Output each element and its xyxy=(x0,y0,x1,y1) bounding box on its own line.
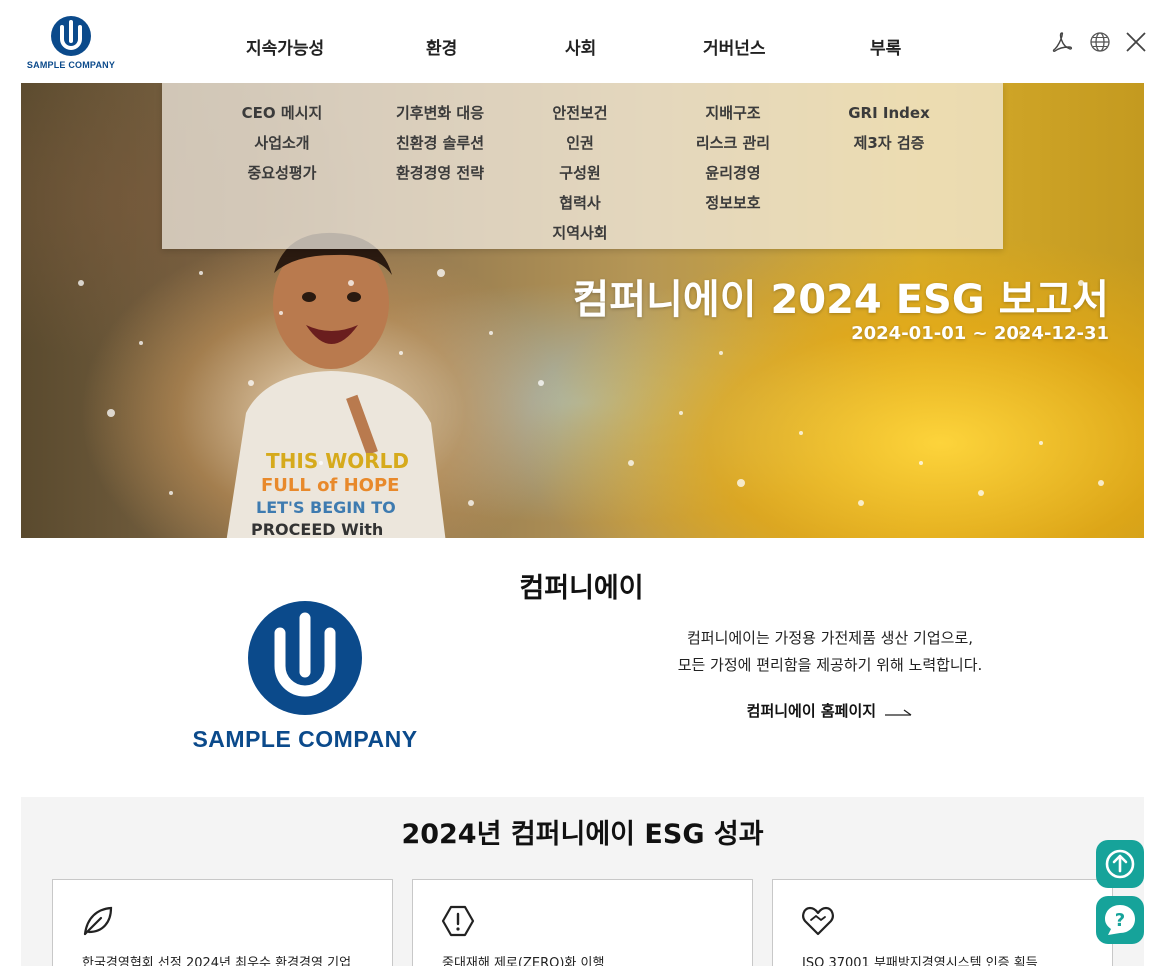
svg-text:?: ? xyxy=(1115,910,1125,931)
menu-item-partners[interactable]: 협력사 xyxy=(539,191,621,221)
mega-col-appendix: GRI Index 제3자 검증 xyxy=(839,101,939,161)
hero-child-image: THIS WORLD FULL of HOPE LET'S BEGIN TO P… xyxy=(226,232,446,538)
homepage-link[interactable]: 컴퍼니에이 홈페이지 xyxy=(620,700,1040,721)
arrow-right-icon xyxy=(885,708,912,716)
menu-item-human-rights[interactable]: 인권 xyxy=(539,131,621,161)
mega-col-sustainability: CEO 메시지 사업소개 중요성평가 xyxy=(232,101,332,191)
big-logo-mark-icon xyxy=(248,601,362,715)
company-big-logo: SAMPLE COMPANY xyxy=(172,600,438,760)
logo-mark-icon xyxy=(51,16,91,56)
mega-menu-panel: CEO 메시지 사업소개 중요성평가 기후변화 대응 친환경 솔루션 환경경영 … xyxy=(162,83,1003,249)
shirt-text-line4: PROCEED With xyxy=(251,520,383,538)
nav-item-environment[interactable]: 환경 xyxy=(426,34,457,59)
menu-item-climate-change[interactable]: 기후변화 대응 xyxy=(380,101,500,131)
esg-performance-section: 2024년 컴퍼니에이 ESG 성과 한국경영협회 선정 2024년 최우수 환… xyxy=(21,797,1144,966)
big-logo-text: SAMPLE COMPANY xyxy=(192,726,418,752)
menu-item-info-security[interactable]: 정보보호 xyxy=(683,191,783,221)
close-icon[interactable] xyxy=(1124,30,1148,54)
menu-item-business-intro[interactable]: 사업소개 xyxy=(232,131,332,161)
globe-icon[interactable] xyxy=(1088,30,1112,54)
esg-card-text: 중대재해 제로(ZERO)화 이행 xyxy=(442,956,605,966)
hero-title: 컴퍼니에이 2024 ESG 보고서 xyxy=(572,277,1109,323)
esg-card-text: ISO 37001 부패방지경영시스템 인증 획득 xyxy=(802,956,1038,966)
menu-item-risk-management[interactable]: 리스크 관리 xyxy=(683,131,783,161)
leaf-icon xyxy=(83,906,113,936)
pdf-icon[interactable] xyxy=(1050,30,1074,54)
logo-text: SAMPLE COMPANY xyxy=(26,60,116,70)
esg-section-title: 2024년 컴퍼니에이 ESG 성과 xyxy=(401,819,764,850)
hero-date-range: 2024-01-01 ~ 2024-12-31 xyxy=(851,323,1109,344)
hero-banner: THIS WORLD FULL of HOPE LET'S BEGIN TO P… xyxy=(21,83,1144,538)
menu-item-ethics[interactable]: 윤리경영 xyxy=(683,161,783,191)
site-header: SAMPLE COMPANY 지속가능성 환경 사회 거버넌스 부록 xyxy=(0,0,1163,83)
help-chat-button[interactable]: ? xyxy=(1096,896,1144,944)
handshake-heart-icon xyxy=(802,906,834,936)
menu-item-employees[interactable]: 구성원 xyxy=(539,161,621,191)
nav-item-governance[interactable]: 거버넌스 xyxy=(703,34,766,59)
menu-item-materiality[interactable]: 중요성평가 xyxy=(232,161,332,191)
menu-item-governance-structure[interactable]: 지배구조 xyxy=(683,101,783,131)
description-line1: 컴퍼니에이는 가정용 가전제품 생산 기업으로, xyxy=(686,629,974,647)
warning-icon xyxy=(441,905,475,937)
menu-item-eco-solution[interactable]: 친환경 솔루션 xyxy=(380,131,500,161)
nav-item-appendix[interactable]: 부록 xyxy=(870,34,901,59)
question-icon: ? xyxy=(1105,905,1135,935)
menu-item-env-strategy[interactable]: 환경경영 전략 xyxy=(380,161,500,191)
menu-item-third-party-verification[interactable]: 제3자 검증 xyxy=(839,131,939,161)
nav-item-social[interactable]: 사회 xyxy=(565,34,596,59)
esg-card-environment[interactable]: 한국경영협회 선정 2024년 최우수 환경경영 기업 xyxy=(52,879,393,966)
shirt-text-line1: THIS WORLD xyxy=(266,449,409,473)
description-line2: 모든 가정에 편리함을 제공하기 위해 노력합니다. xyxy=(677,656,983,674)
mega-col-governance: 지배구조 리스크 관리 윤리경영 정보보호 xyxy=(683,101,783,221)
shirt-text-line2: FULL of HOPE xyxy=(261,475,399,496)
nav-item-sustainability[interactable]: 지속가능성 xyxy=(246,34,324,59)
shirt-text-line3: LET'S BEGIN TO xyxy=(256,498,396,517)
company-description: 컴퍼니에이는 가정용 가전제품 생산 기업으로, 모든 가정에 편리함을 제공하… xyxy=(620,625,1040,679)
mega-col-environment: 기후변화 대응 친환경 솔루션 환경경영 전략 xyxy=(380,101,500,191)
mega-col-social: 안전보건 인권 구성원 협력사 지역사회 xyxy=(539,101,621,251)
homepage-link-label: 컴퍼니에이 홈페이지 xyxy=(746,702,877,720)
scroll-top-button[interactable] xyxy=(1096,840,1144,888)
esg-card-text: 한국경영협회 선정 2024년 최우수 환경경영 기업 xyxy=(82,956,352,966)
company-logo[interactable]: SAMPLE COMPANY xyxy=(24,14,118,72)
menu-item-community[interactable]: 지역사회 xyxy=(539,221,621,251)
menu-item-gri-index[interactable]: GRI Index xyxy=(839,101,939,131)
esg-card-governance[interactable]: ISO 37001 부패방지경영시스템 인증 획득 xyxy=(772,879,1113,966)
menu-item-safety-health[interactable]: 안전보건 xyxy=(539,101,621,131)
menu-item-ceo-message[interactable]: CEO 메시지 xyxy=(232,101,332,131)
arrow-up-icon xyxy=(1105,849,1135,879)
esg-card-safety[interactable]: 중대재해 제로(ZERO)화 이행 xyxy=(412,879,753,966)
